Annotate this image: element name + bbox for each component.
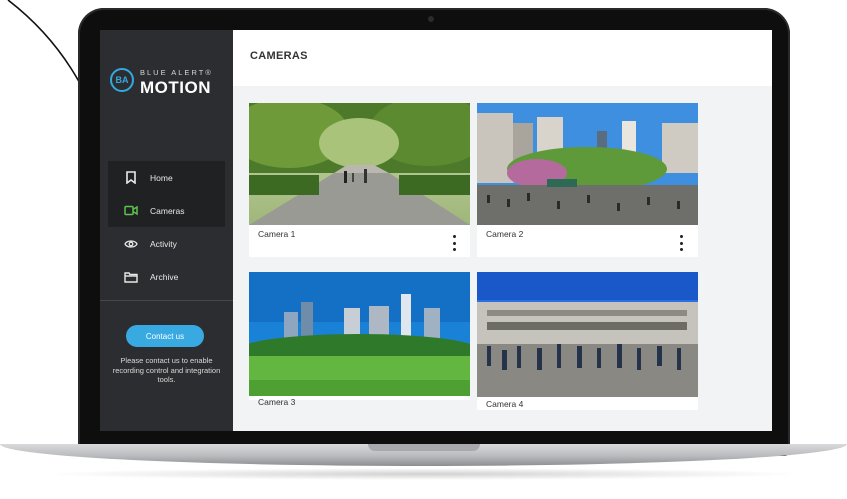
camera-label: Camera 4 (486, 399, 524, 409)
laptop-notch (368, 444, 480, 451)
brand-logo[interactable]: BA BLUE ALERT® MOTION (110, 66, 230, 106)
camera-card[interactable]: Camera 4 (477, 272, 698, 410)
camera-feed-image[interactable] (249, 103, 470, 225)
app-screen: BA BLUE ALERT® MOTION Home Cameras Activ… (100, 30, 772, 431)
bookmark-icon (124, 171, 138, 185)
camera-card[interactable]: Camera 2 (477, 103, 698, 257)
camera-label: Camera 1 (258, 229, 296, 239)
sidebar-item-archive[interactable]: Archive (108, 260, 225, 293)
more-vertical-icon[interactable] (677, 235, 685, 251)
sidebar-item-label: Archive (150, 271, 179, 282)
webcam (428, 16, 434, 22)
camera-card[interactable]: Camera 3 (249, 272, 470, 407)
sidebar-item-label: Home (150, 172, 173, 183)
contact-us-button[interactable]: Contact us (126, 325, 204, 347)
folder-icon (124, 270, 138, 284)
more-vertical-icon[interactable] (450, 235, 458, 251)
eye-icon (124, 237, 138, 251)
page-title: CAMERAS (250, 50, 308, 62)
brand-name-top: BLUE ALERT® (140, 68, 213, 77)
camera-feed-image[interactable] (477, 272, 698, 397)
camera-card[interactable]: Camera 1 (249, 103, 470, 257)
sidebar: BA BLUE ALERT® MOTION Home Cameras Activ… (100, 30, 233, 431)
contact-info-text: Please contact us to enable recording co… (112, 356, 221, 384)
page-header: CAMERAS (233, 30, 772, 86)
brand-mark-icon: BA (110, 68, 134, 92)
sidebar-item-label: Activity (150, 238, 177, 249)
brand-name-bottom: MOTION (140, 78, 211, 97)
camera-label: Camera 3 (258, 397, 296, 407)
laptop-shadow (40, 468, 807, 480)
camera-feed-image[interactable] (249, 272, 470, 396)
sidebar-item-home[interactable]: Home (108, 161, 225, 194)
sidebar-divider (100, 300, 233, 301)
sidebar-item-cameras[interactable]: Cameras (108, 194, 225, 227)
camera-feed-image[interactable] (477, 103, 698, 225)
sidebar-item-activity[interactable]: Activity (108, 227, 225, 260)
sidebar-item-label: Cameras (150, 205, 185, 216)
video-camera-icon (124, 204, 138, 218)
camera-label: Camera 2 (486, 229, 524, 239)
sidebar-nav: Home Cameras Activity Archive (108, 161, 225, 293)
